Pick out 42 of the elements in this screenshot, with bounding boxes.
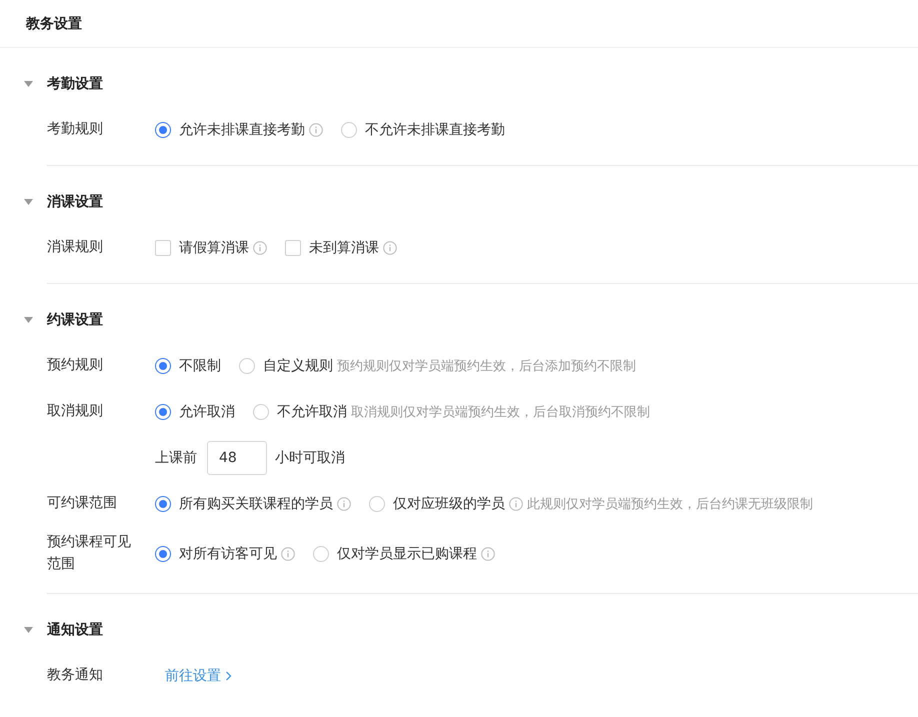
field-label: 消课规则 [47,238,104,258]
radio-button[interactable] [155,358,171,374]
option-label: 未到算消课 [309,239,379,257]
suffix-text: 小时可取消 [275,449,345,467]
radio-button[interactable] [155,546,171,562]
section-title: 约课设置 [47,311,103,329]
hours-input[interactable]: 48 [207,441,267,475]
radio-button[interactable] [155,404,171,420]
prefix-text: 上课前 [155,449,197,467]
collapse-caret-icon[interactable] [24,627,33,633]
hint-text: 取消规则仅对学员端预约生效，后台取消预约不限制 [351,404,650,421]
field-label: 取消规则 [47,402,104,422]
option-label: 不限制 [179,357,221,375]
option-label: 所有购买关联课程的学员 [179,495,333,513]
option-label: 自定义规则 [263,357,333,375]
field-label: 预约课程可见范围 [47,533,132,574]
option-label: 允许未排课直接考勤 [179,121,305,139]
field-label: 教务通知 [47,666,104,686]
radio-button[interactable] [155,496,171,512]
radio-button[interactable] [155,122,171,138]
option-label: 不允许未排课直接考勤 [365,121,505,139]
section-title: 消课设置 [47,193,103,211]
option-label: 不允许取消 [277,403,347,421]
hint-text: 此规则仅对学员端预约生效，后台约课无班级限制 [527,496,813,513]
section-title: 考勤设置 [47,75,103,93]
option-label: 允许取消 [179,403,235,421]
option-label: 请假算消课 [179,239,249,257]
option-label: 仅对应班级的学员 [393,495,505,513]
option-label: 仅对学员显示已购课程 [337,545,477,563]
collapse-caret-icon[interactable] [24,199,33,205]
field-label: 预约规则 [47,356,104,376]
collapse-caret-icon[interactable] [24,81,33,87]
page-title: 教务设置 [26,14,82,32]
checkbox[interactable] [285,240,301,256]
checkbox[interactable] [155,240,171,256]
field-label: 可约课范围 [47,494,118,514]
section-title: 通知设置 [47,621,103,639]
chevron-right-icon [225,671,232,681]
hint-text: 预约规则仅对学员端预约生效，后台添加预约不限制 [337,358,636,375]
field-label: 考勤规则 [47,120,104,140]
option-label: 对所有访客可见 [179,545,277,563]
collapse-caret-icon[interactable] [24,317,33,323]
